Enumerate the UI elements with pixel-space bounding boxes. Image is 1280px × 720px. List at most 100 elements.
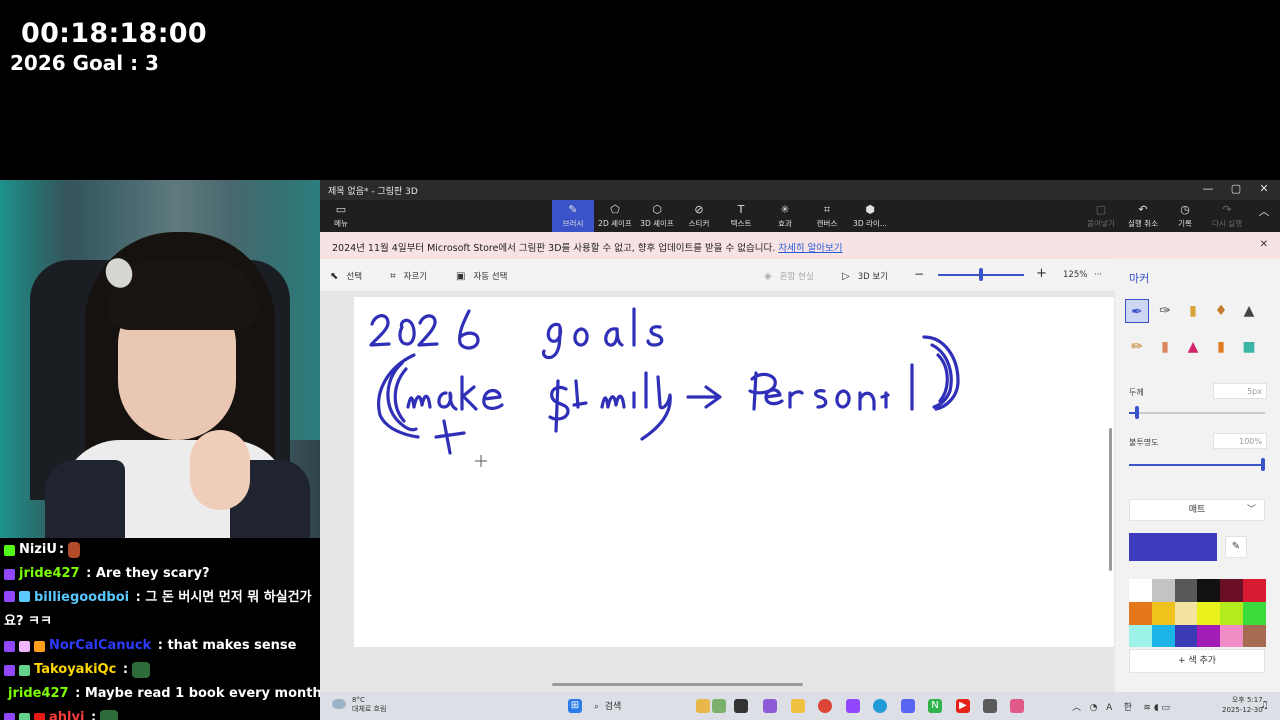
magic-select-button[interactable]: ▣ 자동 선택 (456, 270, 507, 282)
vertical-scrollbar[interactable] (1109, 428, 1112, 571)
tab-brushes[interactable]: ✎ 브러시 (552, 200, 594, 232)
tab-effects[interactable]: ✳ 효과 (764, 200, 806, 232)
select-button[interactable]: ⬉ 선택 (330, 270, 362, 282)
pencil-icon[interactable]: ✏ (1125, 335, 1149, 359)
marker-brush-icon[interactable]: ✒ (1125, 299, 1149, 323)
thickness-slider-thumb[interactable] (1135, 406, 1139, 419)
color-swatch[interactable] (1174, 579, 1198, 602)
tab-text[interactable]: T 텍스트 (720, 200, 762, 232)
color-swatch[interactable] (1151, 624, 1175, 648)
oil-brush-icon[interactable]: ▮ (1181, 299, 1205, 323)
zoom-out-button[interactable]: − (914, 267, 924, 281)
paint3d-taskbar-icon[interactable] (1010, 699, 1024, 713)
color-swatch[interactable] (1151, 579, 1175, 602)
color-swatch[interactable] (1197, 601, 1221, 625)
panel-title: 마커 (1129, 272, 1150, 285)
task-view-icon[interactable] (734, 699, 748, 713)
color-swatch[interactable] (1220, 579, 1243, 602)
x-badge-icon (34, 712, 45, 720)
drawing-canvas[interactable] (354, 297, 1114, 647)
naver-icon[interactable]: N (928, 699, 942, 713)
wifi-icon[interactable]: ≋ (1143, 703, 1151, 713)
youtube-icon[interactable]: ▶ (956, 699, 970, 713)
color-swatch[interactable] (1242, 579, 1266, 602)
color-swatch[interactable] (1220, 601, 1243, 625)
file-explorer-icon[interactable] (791, 699, 805, 713)
redo-icon: ↷ (1222, 203, 1232, 216)
crop-button[interactable]: ⌗ 자르기 (390, 270, 427, 282)
opacity-slider-thumb[interactable] (1261, 458, 1265, 471)
color-swatch[interactable] (1151, 601, 1175, 625)
window-title: 제목 없음* - 그림판 3D (328, 187, 418, 197)
taskbar-search[interactable]: ⌕ 검색 (594, 699, 621, 712)
ime-a[interactable]: A (1106, 703, 1112, 713)
opacity-input[interactable]: 100% (1213, 433, 1267, 449)
stream-timer: 00:18:18:00 (21, 18, 207, 49)
notification-bell-icon[interactable]: ♫ (1260, 700, 1269, 711)
learn-more-link[interactable]: 자세히 알아보기 (778, 243, 842, 254)
copilot-icon[interactable] (763, 699, 777, 713)
thickness-slider[interactable] (1129, 412, 1265, 414)
opacity-slider[interactable] (1129, 464, 1263, 466)
zoom-in-button[interactable]: + (1036, 266, 1047, 281)
obs-icon[interactable] (983, 699, 997, 713)
view-3d-button[interactable]: ▷ 3D 보기 (842, 270, 888, 282)
chevron-up-icon[interactable]: ︿ (1072, 703, 1081, 713)
color-swatch[interactable] (1242, 601, 1266, 625)
system-tray[interactable]: ︿ ◔ A 한 ≋ ◖ ▭ (1072, 700, 1170, 713)
network-icon[interactable]: ◔ (1090, 703, 1098, 713)
tab-stickers[interactable]: ⊘ 스티커 (678, 200, 720, 232)
fill-bucket-icon[interactable]: ■ (1237, 335, 1261, 359)
pixel-pen-icon[interactable]: ▲ (1237, 299, 1261, 323)
color-swatch[interactable] (1242, 624, 1266, 648)
close-icon[interactable]: ✕ (1260, 239, 1268, 250)
collapse-toolbar-button[interactable]: ︿ (1250, 200, 1278, 232)
add-color-button[interactable]: + 색 추가 (1129, 649, 1265, 673)
crayon-icon[interactable]: ▲ (1181, 335, 1205, 359)
color-swatch[interactable] (1174, 624, 1198, 648)
menu-button[interactable]: ▭ 메뉴 (322, 200, 360, 232)
mixed-reality-button[interactable]: ◈ 혼합 현실 (764, 270, 814, 282)
twitch-icon[interactable] (846, 699, 860, 713)
discord-icon[interactable] (901, 699, 915, 713)
history-button[interactable]: ◷ 기록 (1164, 200, 1206, 232)
paste-button[interactable]: ▢ 붙여넣기 (1080, 200, 1122, 232)
maximize-button[interactable]: ▢ (1222, 182, 1250, 198)
battery-icon[interactable]: ▭ (1161, 703, 1170, 713)
close-button[interactable]: ✕ (1250, 182, 1278, 198)
horizontal-scrollbar[interactable] (552, 683, 803, 686)
color-swatch[interactable] (1197, 579, 1221, 602)
edge-icon[interactable] (873, 699, 887, 713)
color-swatch[interactable] (1129, 579, 1152, 602)
redo-button[interactable]: ↷ 다시 실행 (1206, 200, 1248, 232)
chrome-icon[interactable] (818, 699, 832, 713)
weather-widget[interactable]: 8°C 대체로 흐림 (332, 696, 386, 714)
tab-3d-shapes[interactable]: ⬡ 3D 셰이프 (636, 200, 678, 232)
color-swatch[interactable] (1197, 624, 1221, 648)
thickness-input[interactable]: 5px (1213, 383, 1267, 399)
calligraphy-pen-icon[interactable]: ✑ (1153, 299, 1177, 323)
current-color-swatch[interactable] (1129, 533, 1217, 561)
undo-button[interactable]: ↶ 실행 취소 (1122, 200, 1164, 232)
minimize-button[interactable]: — (1194, 182, 1222, 198)
zoom-slider-thumb[interactable] (979, 268, 983, 281)
color-swatch[interactable] (1129, 624, 1152, 648)
tab-canvas[interactable]: ⌗ 캔버스 (806, 200, 848, 232)
color-swatch[interactable] (1174, 601, 1198, 625)
landscape-app-icon[interactable] (712, 699, 726, 713)
more-options-button[interactable]: ··· (1094, 270, 1102, 280)
tab-3d-library[interactable]: ⬢ 3D 라이... (848, 200, 892, 232)
spray-can-icon[interactable]: ▮ (1209, 335, 1233, 359)
finish-dropdown[interactable]: 매트 ﹀ (1129, 499, 1265, 521)
tab-2d-shapes[interactable]: ⬠ 2D 셰이프 (594, 200, 636, 232)
color-swatch[interactable] (1129, 601, 1152, 625)
volume-icon[interactable]: ◖ (1154, 703, 1159, 713)
watercolor-icon[interactable]: ♦ (1209, 299, 1233, 323)
windows-start-icon[interactable]: ⊞ (568, 699, 582, 713)
eraser-icon[interactable]: ▮ (1153, 335, 1177, 359)
color-swatch[interactable] (1220, 624, 1243, 648)
widgets-icon[interactable] (696, 699, 710, 713)
eyedropper-icon[interactable]: ✎ (1225, 536, 1247, 558)
ime-han[interactable]: 한 (1124, 703, 1132, 713)
system-clock[interactable]: 오후 5:17 2025-12-30 (1222, 695, 1263, 715)
